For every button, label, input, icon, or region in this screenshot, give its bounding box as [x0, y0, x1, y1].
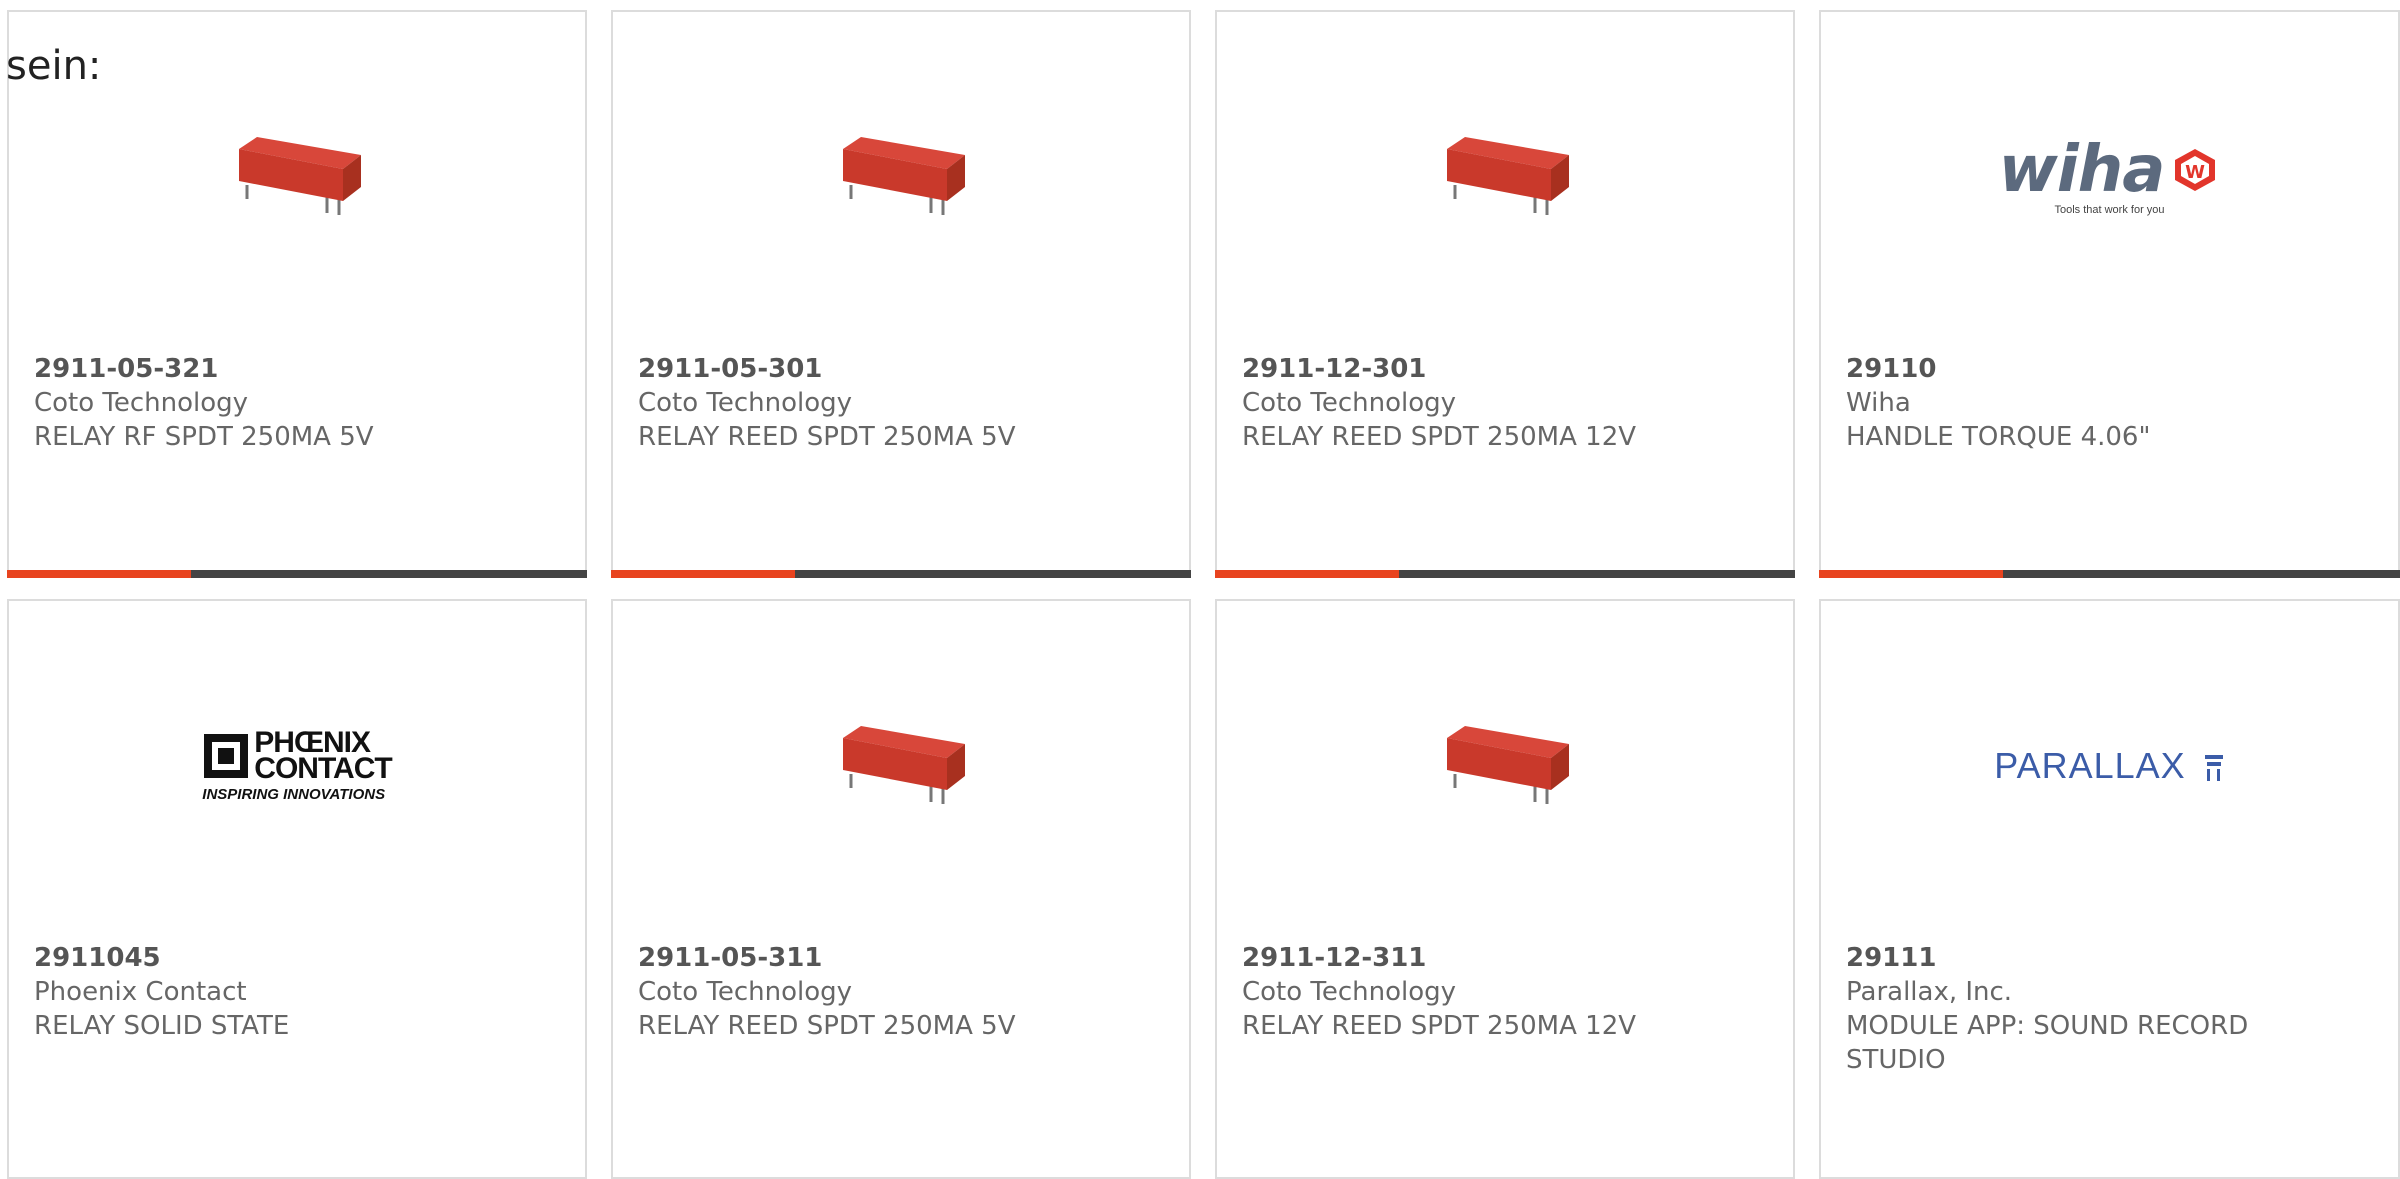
- part-number[interactable]: 2911045: [34, 941, 454, 975]
- card-accent-bar: [1215, 570, 1399, 578]
- parallax-logo: PARALLAX: [1994, 745, 2224, 787]
- phoenix-contact-logo: PHŒNIX CONTACT INSPIRING INNOVATIONS: [202, 727, 392, 803]
- relay-image-icon: [1447, 726, 1569, 804]
- product-image[interactable]: [9, 102, 585, 252]
- phoenix-logo-tagline: INSPIRING INNOVATIONS: [202, 785, 386, 803]
- wiha-logo: wiha W Tools that work for you: [1999, 138, 2221, 216]
- manufacturer: Coto Technology: [638, 977, 853, 1007]
- part-number[interactable]: 2911-05-311: [638, 941, 1058, 975]
- product-image[interactable]: PARALLAX: [1821, 691, 2398, 841]
- product-image[interactable]: PHŒNIX CONTACT INSPIRING INNOVATIONS: [9, 691, 585, 841]
- part-number[interactable]: 2911-12-311: [1242, 941, 1662, 975]
- product-card[interactable]: 2911-12-301 Coto Technology RELAY REED S…: [1215, 10, 1795, 578]
- manufacturer: Coto Technology: [1242, 977, 1457, 1007]
- description: HANDLE TORQUE 4.06": [1846, 422, 2151, 452]
- description: MODULE APP: SOUND RECORD STUDIO: [1846, 1011, 2249, 1075]
- product-card[interactable]: wiha W Tools that work for you 29110 Wih…: [1819, 10, 2400, 578]
- intro-text: sein:: [6, 43, 102, 89]
- relay-image-icon: [1447, 137, 1569, 215]
- manufacturer: Coto Technology: [638, 388, 853, 418]
- manufacturer: Phoenix Contact: [34, 977, 247, 1007]
- part-number[interactable]: 2911-05-301: [638, 352, 1058, 386]
- product-card[interactable]: PHŒNIX CONTACT INSPIRING INNOVATIONS 291…: [7, 599, 587, 1179]
- manufacturer: Wiha: [1846, 388, 1911, 418]
- part-number[interactable]: 29111: [1846, 941, 2266, 975]
- wiha-logo-word: wiha: [1998, 133, 2166, 207]
- product-card[interactable]: 2911-12-311 Coto Technology RELAY REED S…: [1215, 599, 1795, 1179]
- product-info: 29111 Parallax, Inc. MODULE APP: SOUND R…: [1846, 941, 2266, 1077]
- card-bottom-bar: [1215, 570, 1795, 578]
- card-bottom-bar: [611, 570, 1191, 578]
- manufacturer: Coto Technology: [34, 388, 249, 418]
- card-bottom-bar: [1819, 570, 2400, 578]
- wiha-logo-tagline: Tools that work for you: [2054, 204, 2165, 216]
- relay-image-icon: [843, 137, 965, 215]
- product-info: 2911045 Phoenix Contact RELAY SOLID STAT…: [34, 941, 454, 1043]
- description: RELAY REED SPDT 250MA 12V: [1242, 1011, 1637, 1041]
- card-accent-bar: [611, 570, 795, 578]
- product-image[interactable]: [613, 102, 1189, 252]
- part-number[interactable]: 29110: [1846, 352, 2266, 386]
- product-info: 2911-05-311 Coto Technology RELAY REED S…: [638, 941, 1058, 1043]
- description: RELAY REED SPDT 250MA 5V: [638, 1011, 1016, 1041]
- product-info: 29110 Wiha HANDLE TORQUE 4.06": [1846, 352, 2266, 454]
- phoenix-logo-line2: CONTACT: [254, 751, 392, 785]
- product-info: 2911-05-301 Coto Technology RELAY REED S…: [638, 352, 1058, 454]
- product-card[interactable]: 2911-05-311 Coto Technology RELAY REED S…: [611, 599, 1191, 1179]
- description: RELAY REED SPDT 250MA 5V: [638, 422, 1016, 452]
- product-image[interactable]: [1217, 102, 1793, 252]
- product-image[interactable]: [613, 691, 1189, 841]
- card-accent-bar: [7, 570, 191, 578]
- svg-text:W: W: [2185, 162, 2205, 183]
- parallax-logo-word: PARALLAX: [1994, 745, 2186, 786]
- product-card[interactable]: 2911-05-321 Coto Technology RELAY RF SPD…: [7, 10, 587, 578]
- parallax-mark-icon: [2204, 755, 2223, 782]
- relay-image-icon: [843, 726, 965, 804]
- product-image[interactable]: wiha W Tools that work for you: [1821, 102, 2398, 252]
- part-number[interactable]: 2911-05-321: [34, 352, 454, 386]
- part-number[interactable]: 2911-12-301: [1242, 352, 1662, 386]
- card-bottom-bar: [7, 570, 587, 578]
- relay-image-icon: [239, 137, 361, 215]
- product-info: 2911-12-301 Coto Technology RELAY REED S…: [1242, 352, 1662, 454]
- description: RELAY SOLID STATE: [34, 1011, 290, 1041]
- card-accent-bar: [1819, 570, 2003, 578]
- phoenix-mark-icon: [204, 733, 249, 778]
- manufacturer: Coto Technology: [1242, 388, 1457, 418]
- description: RELAY REED SPDT 250MA 12V: [1242, 422, 1637, 452]
- wiha-hex-icon: W: [2175, 149, 2216, 191]
- product-info: 2911-05-321 Coto Technology RELAY RF SPD…: [34, 352, 454, 454]
- product-grid: 2911-05-321 Coto Technology RELAY RF SPD…: [0, 0, 2400, 1179]
- product-info: 2911-12-311 Coto Technology RELAY REED S…: [1242, 941, 1662, 1043]
- manufacturer: Parallax, Inc.: [1846, 977, 2013, 1007]
- product-card[interactable]: PARALLAX 29111 Parallax, Inc. MODULE APP…: [1819, 599, 2400, 1179]
- product-card[interactable]: 2911-05-301 Coto Technology RELAY REED S…: [611, 10, 1191, 578]
- product-image[interactable]: [1217, 691, 1793, 841]
- description: RELAY RF SPDT 250MA 5V: [34, 422, 374, 452]
